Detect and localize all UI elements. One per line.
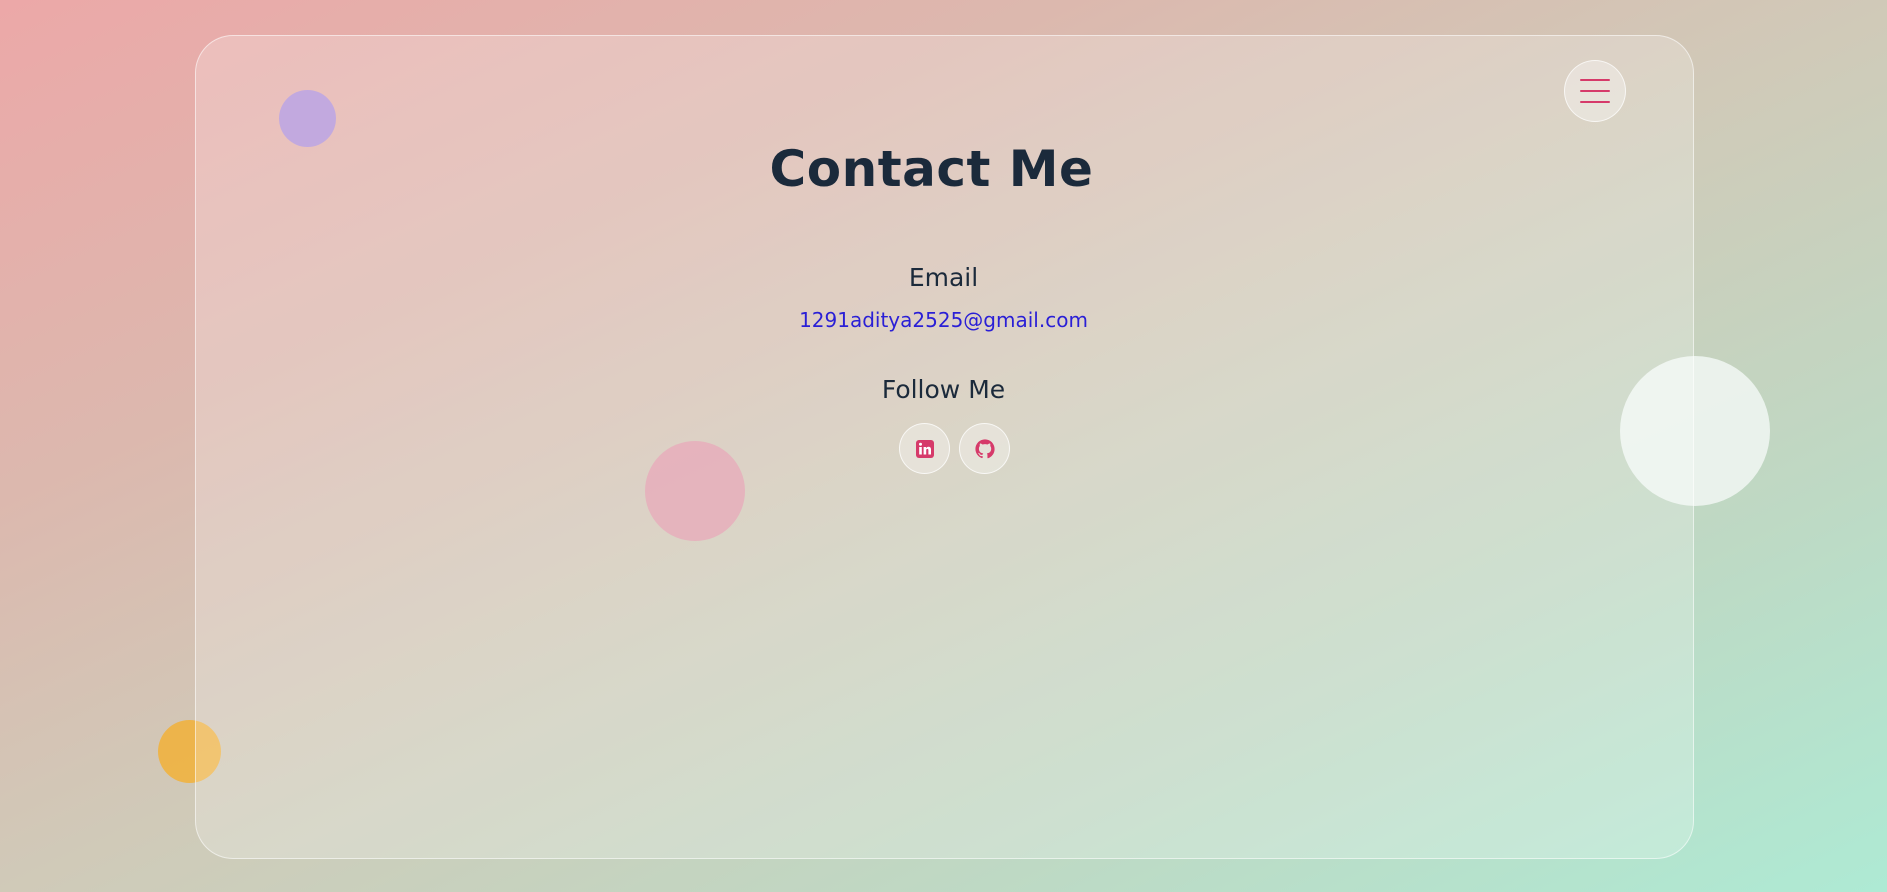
hamburger-menu-icon-line (1580, 90, 1610, 92)
github-button[interactable] (959, 423, 1010, 474)
page-title-text: Contact Me (769, 140, 1094, 198)
github-icon (974, 438, 995, 458)
hamburger-menu-icon (1580, 79, 1610, 81)
hamburger-menu-icon-line (1580, 101, 1610, 103)
linkedin-button[interactable] (899, 423, 950, 474)
page-title: Contact Me (0, 140, 1887, 198)
follow-me-heading: Follow Me (881, 375, 1006, 404)
social-links (899, 423, 1010, 474)
email-link[interactable]: 1291aditya2525@gmail.com (0, 308, 1887, 332)
email-heading: Email (908, 263, 979, 292)
menu-button[interactable] (1564, 60, 1626, 122)
linkedin-icon (915, 439, 934, 458)
